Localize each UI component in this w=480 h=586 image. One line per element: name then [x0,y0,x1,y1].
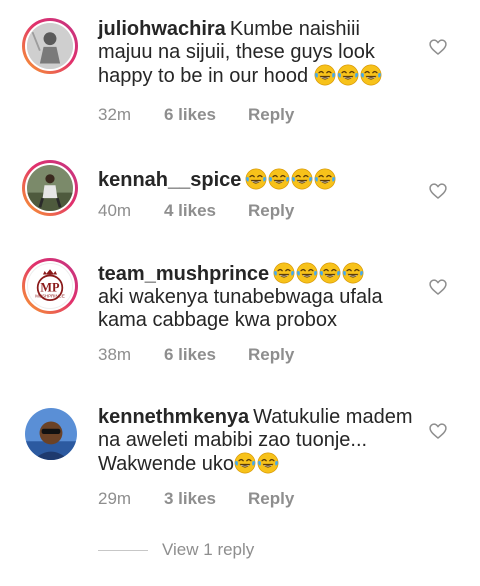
avatar[interactable] [22,18,78,74]
comment-meta: 40m 4 likes Reply [98,201,294,221]
avatar[interactable] [22,160,78,216]
joy-emoji-icon [273,262,295,284]
comment-meta: 32m 6 likes Reply [98,105,294,125]
reply-button[interactable]: Reply [248,105,294,125]
joy-emoji-icon [296,262,318,284]
comment-meta: 38m 6 likes Reply [98,345,294,365]
avatar[interactable]: MP MUSHPRINCE [22,258,78,314]
comment-likes[interactable]: 6 likes [164,345,248,365]
svg-text:MP: MP [40,280,60,294]
joy-emoji-icon [337,64,359,86]
reply-button[interactable]: Reply [248,201,294,221]
comment-likes[interactable]: 3 likes [164,489,248,509]
view-replies-button[interactable]: View 1 reply [98,540,254,560]
comment-username[interactable]: kennethmkenya [98,406,249,428]
joy-emoji-icon [360,64,382,86]
comment-time: 38m [98,345,132,364]
avatar-image: MP MUSHPRINCE [27,263,73,309]
comment-text: juliohwachira Kumbe naishiii majuu na sij… [98,18,416,88]
reply-button[interactable]: Reply [248,489,294,509]
comment-body: aki wakenya tunabebwaga ufala kama cabba… [98,286,383,331]
heart-icon[interactable] [428,181,448,201]
joy-emoji-icon [319,262,341,284]
heart-icon[interactable] [428,421,448,441]
heart-icon[interactable] [428,37,448,57]
joy-emoji-icon [314,64,336,86]
comment-text: kennethmkenya Watukulie madem na aweleti … [98,406,416,476]
emoji-group [273,263,365,285]
person-photo-icon [27,165,73,211]
joy-emoji-icon [234,452,256,474]
comment-username[interactable]: team_mushprince [98,263,269,285]
reply-button[interactable]: Reply [248,345,294,365]
heart-icon[interactable] [428,277,448,297]
avatar[interactable] [25,408,77,460]
joy-emoji-icon [245,168,267,190]
comment-meta: 29m 3 likes Reply [98,489,294,509]
comment-likes[interactable]: 4 likes [164,201,248,221]
person-photo-icon [27,23,73,69]
comment-text: team_mushprince aki wakenya tunabebwaga … [98,262,416,332]
comment-time: 40m [98,201,132,220]
joy-emoji-icon [268,168,290,190]
joy-emoji-icon [291,168,313,190]
person-photo-icon [25,408,77,460]
joy-emoji-icon [342,262,364,284]
comment-username[interactable]: kennah__spice [98,169,241,191]
mushprince-logo: MP MUSHPRINCE [28,264,72,308]
comment-time: 29m [98,489,132,508]
logo-text: MUSHPRINCE [35,293,65,298]
joy-emoji-icon [314,168,336,190]
emoji-group [245,169,337,191]
avatar-image [27,165,73,211]
comment-time: 32m [98,105,132,124]
emoji-group [234,453,280,475]
emoji-group [314,65,383,87]
view-replies-label[interactable]: View 1 reply [162,540,254,560]
avatar-image [27,23,73,69]
joy-emoji-icon [257,452,279,474]
avatar-image [25,408,77,460]
comment-text: kennah__spice [98,168,416,192]
replies-divider [98,549,148,551]
comment-likes[interactable]: 6 likes [164,105,248,125]
comment-username[interactable]: juliohwachira [98,18,226,40]
